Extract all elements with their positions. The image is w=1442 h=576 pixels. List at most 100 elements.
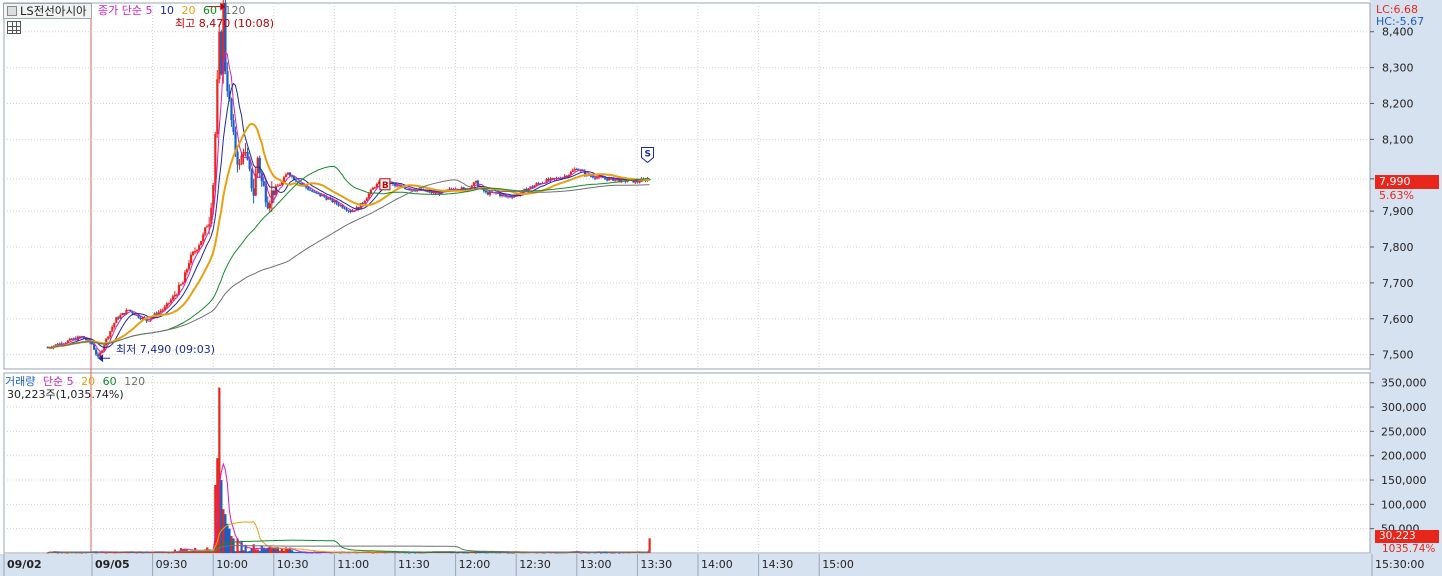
price-ma-legend[interactable]: 종가 단순 5 10 20 60 120 bbox=[98, 4, 245, 17]
volume-bar[interactable] bbox=[329, 552, 332, 554]
candle-body[interactable] bbox=[535, 183, 538, 186]
volume-bar[interactable] bbox=[80, 552, 84, 554]
candle-body[interactable] bbox=[256, 157, 259, 174]
volume-bar[interactable] bbox=[278, 550, 282, 553]
candle-body[interactable] bbox=[284, 174, 288, 178]
volume-bar[interactable] bbox=[258, 550, 261, 553]
candle-body[interactable] bbox=[107, 336, 110, 339]
candle-body[interactable] bbox=[307, 187, 310, 190]
candle-body[interactable] bbox=[321, 195, 324, 197]
candle-body[interactable] bbox=[606, 178, 609, 181]
candle-body[interactable] bbox=[571, 170, 574, 172]
candle-body[interactable] bbox=[111, 326, 114, 332]
candle-body[interactable] bbox=[406, 189, 409, 191]
candle-body[interactable] bbox=[169, 299, 172, 303]
volume-bar[interactable] bbox=[270, 548, 273, 553]
candle-body[interactable] bbox=[258, 157, 261, 173]
table-grid-icon[interactable] bbox=[7, 21, 21, 34]
candle-body[interactable] bbox=[236, 151, 239, 165]
stock-title-box[interactable]: LS전선아시아 bbox=[3, 3, 92, 19]
candle-body[interactable] bbox=[371, 188, 374, 190]
candle-body[interactable] bbox=[127, 309, 130, 311]
candle-body[interactable] bbox=[171, 296, 174, 300]
candle-body[interactable] bbox=[189, 254, 193, 264]
volume-bar[interactable] bbox=[450, 552, 453, 554]
candle-body[interactable] bbox=[159, 310, 162, 313]
volume-bar[interactable] bbox=[404, 552, 407, 554]
candle-body[interactable] bbox=[311, 190, 314, 192]
candle-body[interactable] bbox=[187, 263, 191, 270]
candle-body[interactable] bbox=[573, 169, 576, 171]
candle-body[interactable] bbox=[246, 151, 249, 160]
volume-bar[interactable] bbox=[151, 552, 154, 554]
candle-body[interactable] bbox=[121, 313, 124, 316]
candle-body[interactable] bbox=[240, 155, 243, 165]
candle-body[interactable] bbox=[339, 205, 342, 207]
candle-body[interactable] bbox=[327, 198, 330, 200]
candle-body[interactable] bbox=[426, 191, 429, 193]
candle-body[interactable] bbox=[638, 181, 641, 183]
candle-body[interactable] bbox=[373, 187, 376, 189]
candle-body[interactable] bbox=[244, 151, 247, 153]
candle-body[interactable] bbox=[301, 183, 304, 185]
candle-body[interactable] bbox=[529, 186, 532, 189]
candle-body[interactable] bbox=[194, 251, 197, 253]
candle-body[interactable] bbox=[208, 224, 211, 227]
candle-body[interactable] bbox=[589, 175, 593, 177]
volume-bar[interactable] bbox=[74, 552, 78, 554]
candle-body[interactable] bbox=[472, 182, 475, 186]
candle-body[interactable] bbox=[91, 342, 94, 345]
candle-body[interactable] bbox=[95, 349, 98, 355]
candle-body[interactable] bbox=[220, 31, 223, 75]
volume-bar[interactable] bbox=[113, 552, 116, 554]
candle-body[interactable] bbox=[396, 185, 399, 187]
volume-bar[interactable] bbox=[290, 550, 294, 553]
candle-body[interactable] bbox=[252, 188, 255, 196]
volume-bar[interactable] bbox=[234, 551, 237, 553]
candle-body[interactable] bbox=[462, 187, 465, 189]
candle-body[interactable] bbox=[192, 251, 195, 255]
volume-bar[interactable] bbox=[355, 552, 358, 554]
volume-bar[interactable] bbox=[295, 551, 298, 553]
volume-bar[interactable] bbox=[371, 552, 374, 554]
candle-body[interactable] bbox=[139, 317, 142, 320]
candle-body[interactable] bbox=[216, 79, 219, 135]
candle-body[interactable] bbox=[238, 164, 241, 166]
volume-bar[interactable] bbox=[228, 528, 231, 553]
candle-body[interactable] bbox=[295, 180, 298, 182]
candle-body[interactable] bbox=[484, 190, 488, 193]
candle-body[interactable] bbox=[70, 338, 73, 340]
volume-bar[interactable] bbox=[610, 552, 613, 554]
candle-body[interactable] bbox=[181, 282, 185, 285]
candle-body[interactable] bbox=[167, 302, 170, 304]
volume-bar[interactable] bbox=[280, 548, 284, 553]
volume-bar[interactable] bbox=[305, 552, 308, 554]
candle-body[interactable] bbox=[147, 320, 150, 322]
candle-body[interactable] bbox=[262, 181, 265, 186]
candle-body[interactable] bbox=[309, 189, 312, 191]
volume-bar[interactable] bbox=[383, 552, 387, 554]
volume-bar[interactable] bbox=[414, 552, 417, 554]
candle-body[interactable] bbox=[333, 200, 336, 203]
candle-body[interactable] bbox=[165, 303, 168, 307]
candle-body[interactable] bbox=[404, 187, 407, 190]
candle-body[interactable] bbox=[250, 168, 253, 189]
candle-body[interactable] bbox=[185, 269, 189, 273]
candle-body[interactable] bbox=[286, 172, 290, 175]
candle-body[interactable] bbox=[343, 207, 346, 209]
volume-bar[interactable] bbox=[418, 552, 421, 554]
candle-body[interactable] bbox=[299, 183, 302, 185]
candle-body[interactable] bbox=[604, 178, 607, 180]
volume-bar[interactable] bbox=[220, 480, 223, 553]
candle-body[interactable] bbox=[173, 294, 177, 297]
candle-body[interactable] bbox=[272, 190, 275, 195]
volume-bar[interactable] bbox=[256, 549, 259, 553]
candle-body[interactable] bbox=[531, 186, 534, 188]
candle-body[interactable] bbox=[115, 317, 118, 323]
volume-bar[interactable] bbox=[141, 552, 144, 554]
candle-body[interactable] bbox=[408, 189, 411, 191]
candle-body[interactable] bbox=[230, 98, 233, 121]
candle-body[interactable] bbox=[563, 175, 566, 178]
candle-body[interactable] bbox=[394, 184, 397, 186]
volume-bar[interactable] bbox=[238, 550, 241, 553]
